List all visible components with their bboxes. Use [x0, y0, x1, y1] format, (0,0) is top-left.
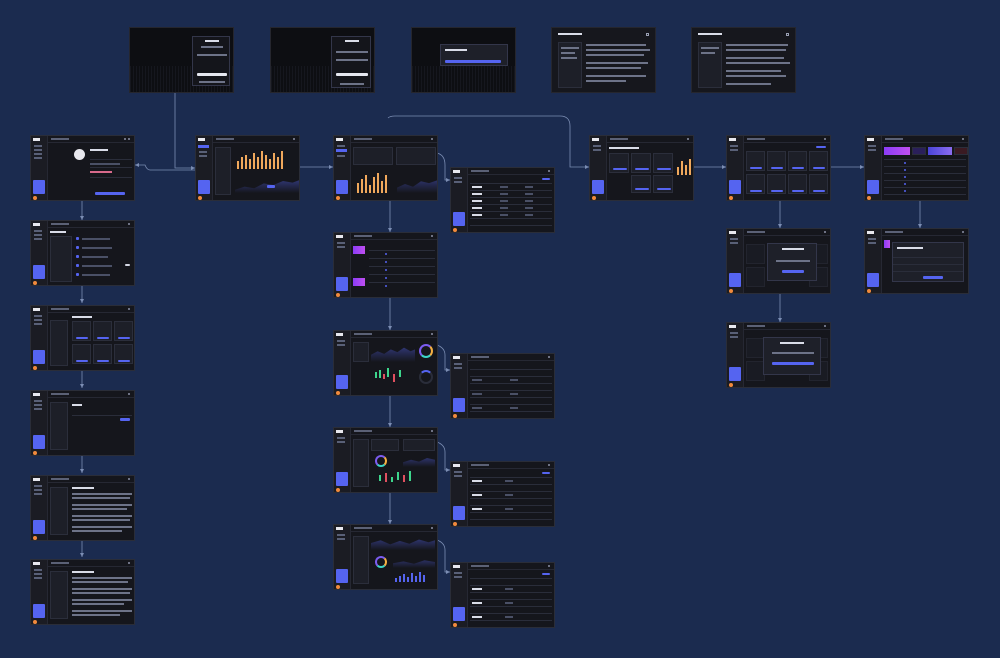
- flow-connectors: [80, 93, 922, 574]
- screen-market-detail[interactable]: [333, 330, 438, 396]
- register-card: [331, 36, 371, 88]
- bar-chart: [393, 572, 435, 582]
- close-icon[interactable]: [646, 33, 649, 36]
- screen-portfolio[interactable]: [333, 524, 438, 590]
- screen-analytics-table[interactable]: [450, 167, 555, 233]
- screen-dashboard[interactable]: [195, 135, 300, 201]
- screen-nft-market[interactable]: [864, 135, 969, 201]
- flow-canvas: [0, 0, 1000, 658]
- screen-trading[interactable]: [333, 427, 438, 493]
- toggle[interactable]: [125, 264, 130, 266]
- connector: [436, 152, 450, 181]
- screen-auth-terms[interactable]: [551, 27, 656, 93]
- avatar[interactable]: [74, 149, 85, 160]
- screen-profile[interactable]: [30, 135, 135, 201]
- screen-auth-reset[interactable]: [411, 27, 516, 93]
- screen-market[interactable]: [333, 232, 438, 298]
- buy-button[interactable]: [923, 276, 943, 279]
- bar-chart: [355, 169, 395, 193]
- screen-market-detail-table[interactable]: [450, 353, 555, 419]
- connector: [436, 344, 450, 371]
- screen-collections[interactable]: [726, 135, 831, 201]
- connector: [174, 93, 195, 169]
- connector: [436, 441, 450, 471]
- background-pattern: [412, 66, 515, 92]
- sign-up-button[interactable]: [336, 73, 368, 76]
- submit-button[interactable]: [120, 418, 130, 421]
- screen-auth-privacy[interactable]: [691, 27, 796, 93]
- close-icon[interactable]: [786, 33, 789, 36]
- confirm-button[interactable]: [782, 270, 804, 273]
- screen-nft-detail[interactable]: [864, 228, 969, 294]
- screen-nfts-list[interactable]: [30, 305, 135, 371]
- screen-faq[interactable]: [30, 390, 135, 456]
- screen-collections-modal-1[interactable]: [726, 228, 831, 294]
- bar-chart: [675, 155, 693, 175]
- screen-privacy[interactable]: [30, 559, 135, 625]
- sidebar: [31, 136, 48, 200]
- connector: [436, 539, 450, 573]
- bar-chart: [235, 149, 299, 169]
- screen-analytics-main[interactable]: [333, 135, 438, 201]
- screen-auth-login[interactable]: [129, 27, 234, 93]
- connector: [135, 164, 195, 171]
- screen-terms[interactable]: [30, 475, 135, 541]
- dialog: [767, 243, 817, 281]
- screen-notifications[interactable]: [30, 220, 135, 286]
- screen-trading-table[interactable]: [450, 461, 555, 527]
- dialog: [763, 337, 821, 375]
- reset-button[interactable]: [445, 60, 501, 63]
- dialog: [892, 242, 964, 282]
- screen-portfolio-table[interactable]: [450, 562, 555, 628]
- save-button[interactable]: [95, 192, 125, 195]
- screen-collections-modal-2[interactable]: [726, 322, 831, 388]
- sign-in-button[interactable]: [197, 73, 227, 76]
- screen-welcome[interactable]: [589, 135, 694, 201]
- reset-modal: [440, 44, 508, 66]
- confirm-button[interactable]: [772, 362, 814, 365]
- screen-auth-register[interactable]: [270, 27, 375, 93]
- login-card: [192, 36, 230, 86]
- donut-chart: [419, 344, 433, 358]
